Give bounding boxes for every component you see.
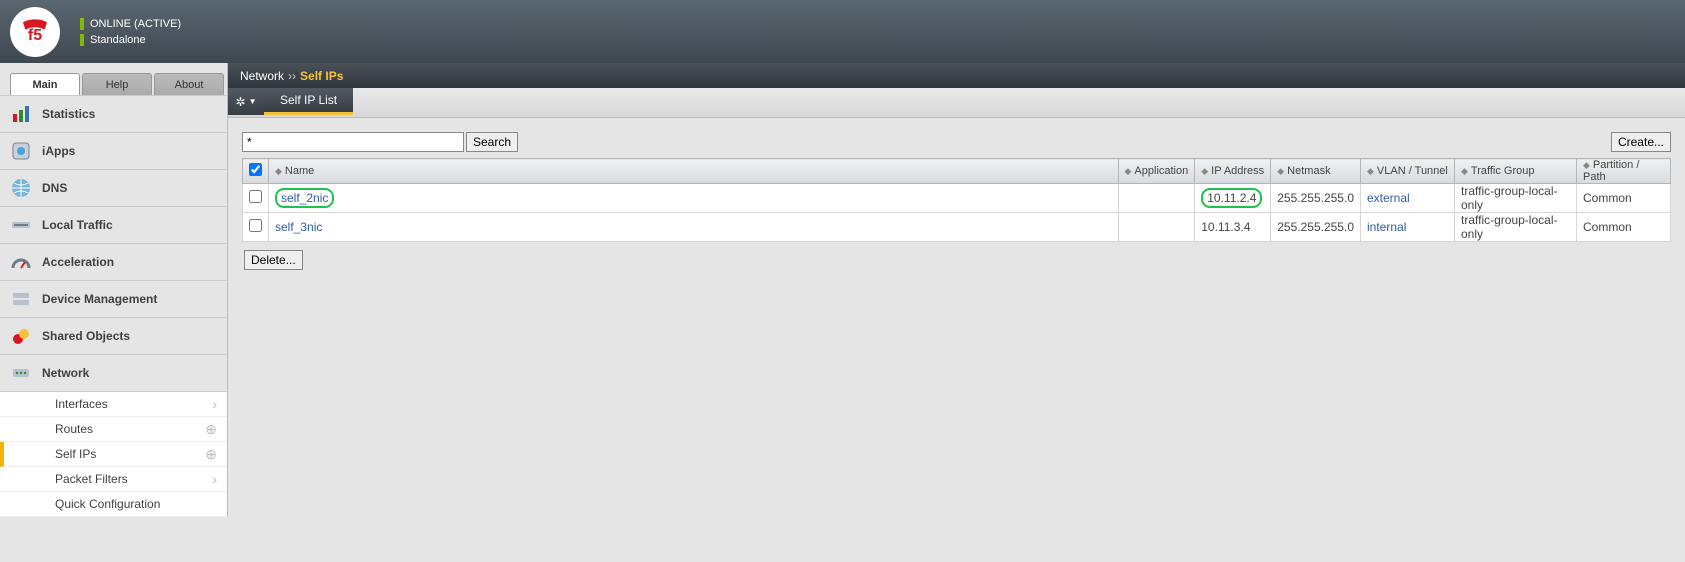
search-input[interactable] [242,132,464,152]
nav-statistics-label: Statistics [42,107,95,121]
nav-network-label: Network [42,366,89,380]
selfip-table: ◆Name ◆Application ◆IP Address ◆Netmask … [242,158,1671,242]
plus-icon: ⊕ [205,421,217,438]
iapps-icon [10,140,32,162]
col-trafficgroup[interactable]: ◆Traffic Group [1455,159,1577,184]
nav-shared-objects-label: Shared Objects [42,329,130,343]
table-row: self_2nic 10.11.2.4 255.255.255.0 extern… [243,184,1671,213]
vlan-link[interactable]: internal [1367,220,1406,234]
sort-icon: ◆ [1367,166,1374,176]
subnav-interfaces[interactable]: Interfaces› [0,392,227,417]
vlan-link[interactable]: external [1367,191,1410,205]
sort-icon: ◆ [1125,166,1132,176]
col-ip[interactable]: ◆IP Address [1195,159,1271,184]
tab-about[interactable]: About [154,73,224,95]
svg-text:f5: f5 [28,27,42,44]
col-application[interactable]: ◆Application [1118,159,1195,184]
delete-button[interactable]: Delete... [244,250,303,270]
nav-local-traffic[interactable]: Local Traffic [0,207,227,244]
header-status: ONLINE (ACTIVE) Standalone [80,18,181,46]
search-button[interactable]: Search [466,132,518,152]
tab-main[interactable]: Main [10,73,80,95]
subnav-quick-config[interactable]: Quick Configuration [0,492,227,517]
col-partition[interactable]: ◆Partition / Path [1577,159,1671,184]
statistics-icon [10,103,32,125]
content-area: Network ›› Self IPs ✲▼ Self IP List Sear… [228,63,1685,517]
table-row: self_3nic 10.11.3.4 255.255.255.0 intern… [243,213,1671,242]
col-name[interactable]: ◆Name [269,159,1119,184]
network-icon [10,362,32,384]
breadcrumb: Network ›› Self IPs [228,63,1685,88]
sort-icon: ◆ [1277,166,1284,176]
chevron-right-icon: › [212,396,217,412]
top-header: f5 ONLINE (ACTIVE) Standalone [0,0,1685,63]
context-bar: ✲▼ Self IP List [228,88,1685,118]
context-tab-selfip-list[interactable]: Self IP List [264,88,353,115]
nav-network[interactable]: Network [0,355,227,392]
nav-local-traffic-label: Local Traffic [42,218,113,232]
sort-icon: ◆ [1201,166,1208,176]
nav-device-mgmt-label: Device Management [42,292,157,306]
gear-icon: ✲ [236,95,246,109]
selfip-ip: 10.11.2.4 [1201,188,1262,208]
select-all-checkbox[interactable] [249,163,262,176]
sort-icon: ◆ [1583,160,1590,170]
sidebar: Main Help About Statistics iApps DNS Loc… [0,63,228,517]
col-netmask[interactable]: ◆Netmask [1271,159,1361,184]
f5-logo: f5 [10,7,60,57]
sort-icon: ◆ [1461,166,1468,176]
chevron-right-icon: › [212,471,217,487]
tab-help[interactable]: Help [82,73,152,95]
subnav-routes[interactable]: Routes⊕ [0,417,227,442]
nav-iapps-label: iApps [42,144,75,158]
dns-icon [10,177,32,199]
nav-statistics[interactable]: Statistics [0,96,227,133]
sort-icon: ◆ [275,166,282,176]
col-vlan[interactable]: ◆VLAN / Tunnel [1361,159,1455,184]
local-traffic-icon [10,214,32,236]
nav-acceleration-label: Acceleration [42,255,114,269]
nav-iapps[interactable]: iApps [0,133,227,170]
chevron-down-icon: ▼ [249,97,257,106]
nav-device-mgmt[interactable]: Device Management [0,281,227,318]
breadcrumb-root[interactable]: Network [240,69,284,83]
nav-shared-objects[interactable]: Shared Objects [0,318,227,355]
shared-objects-icon [10,325,32,347]
subnav-packet-filters[interactable]: Packet Filters› [0,467,227,492]
acceleration-icon [10,251,32,273]
device-mgmt-icon [10,288,32,310]
nav-dns[interactable]: DNS [0,170,227,207]
subnav-selfips[interactable]: Self IPs⊕ [0,442,227,467]
breadcrumb-current: Self IPs [300,69,343,83]
selfip-name-link[interactable]: self_3nic [275,220,322,234]
row-checkbox[interactable] [249,190,262,203]
selfip-name-link[interactable]: self_2nic [275,188,334,208]
nav-dns-label: DNS [42,181,67,195]
nav-acceleration[interactable]: Acceleration [0,244,227,281]
row-checkbox[interactable] [249,219,262,232]
status-online: ONLINE (ACTIVE) [90,18,181,30]
gear-dropdown[interactable]: ✲▼ [228,88,264,115]
create-button[interactable]: Create... [1611,132,1671,152]
status-standalone: Standalone [90,34,146,46]
plus-icon: ⊕ [205,446,217,463]
